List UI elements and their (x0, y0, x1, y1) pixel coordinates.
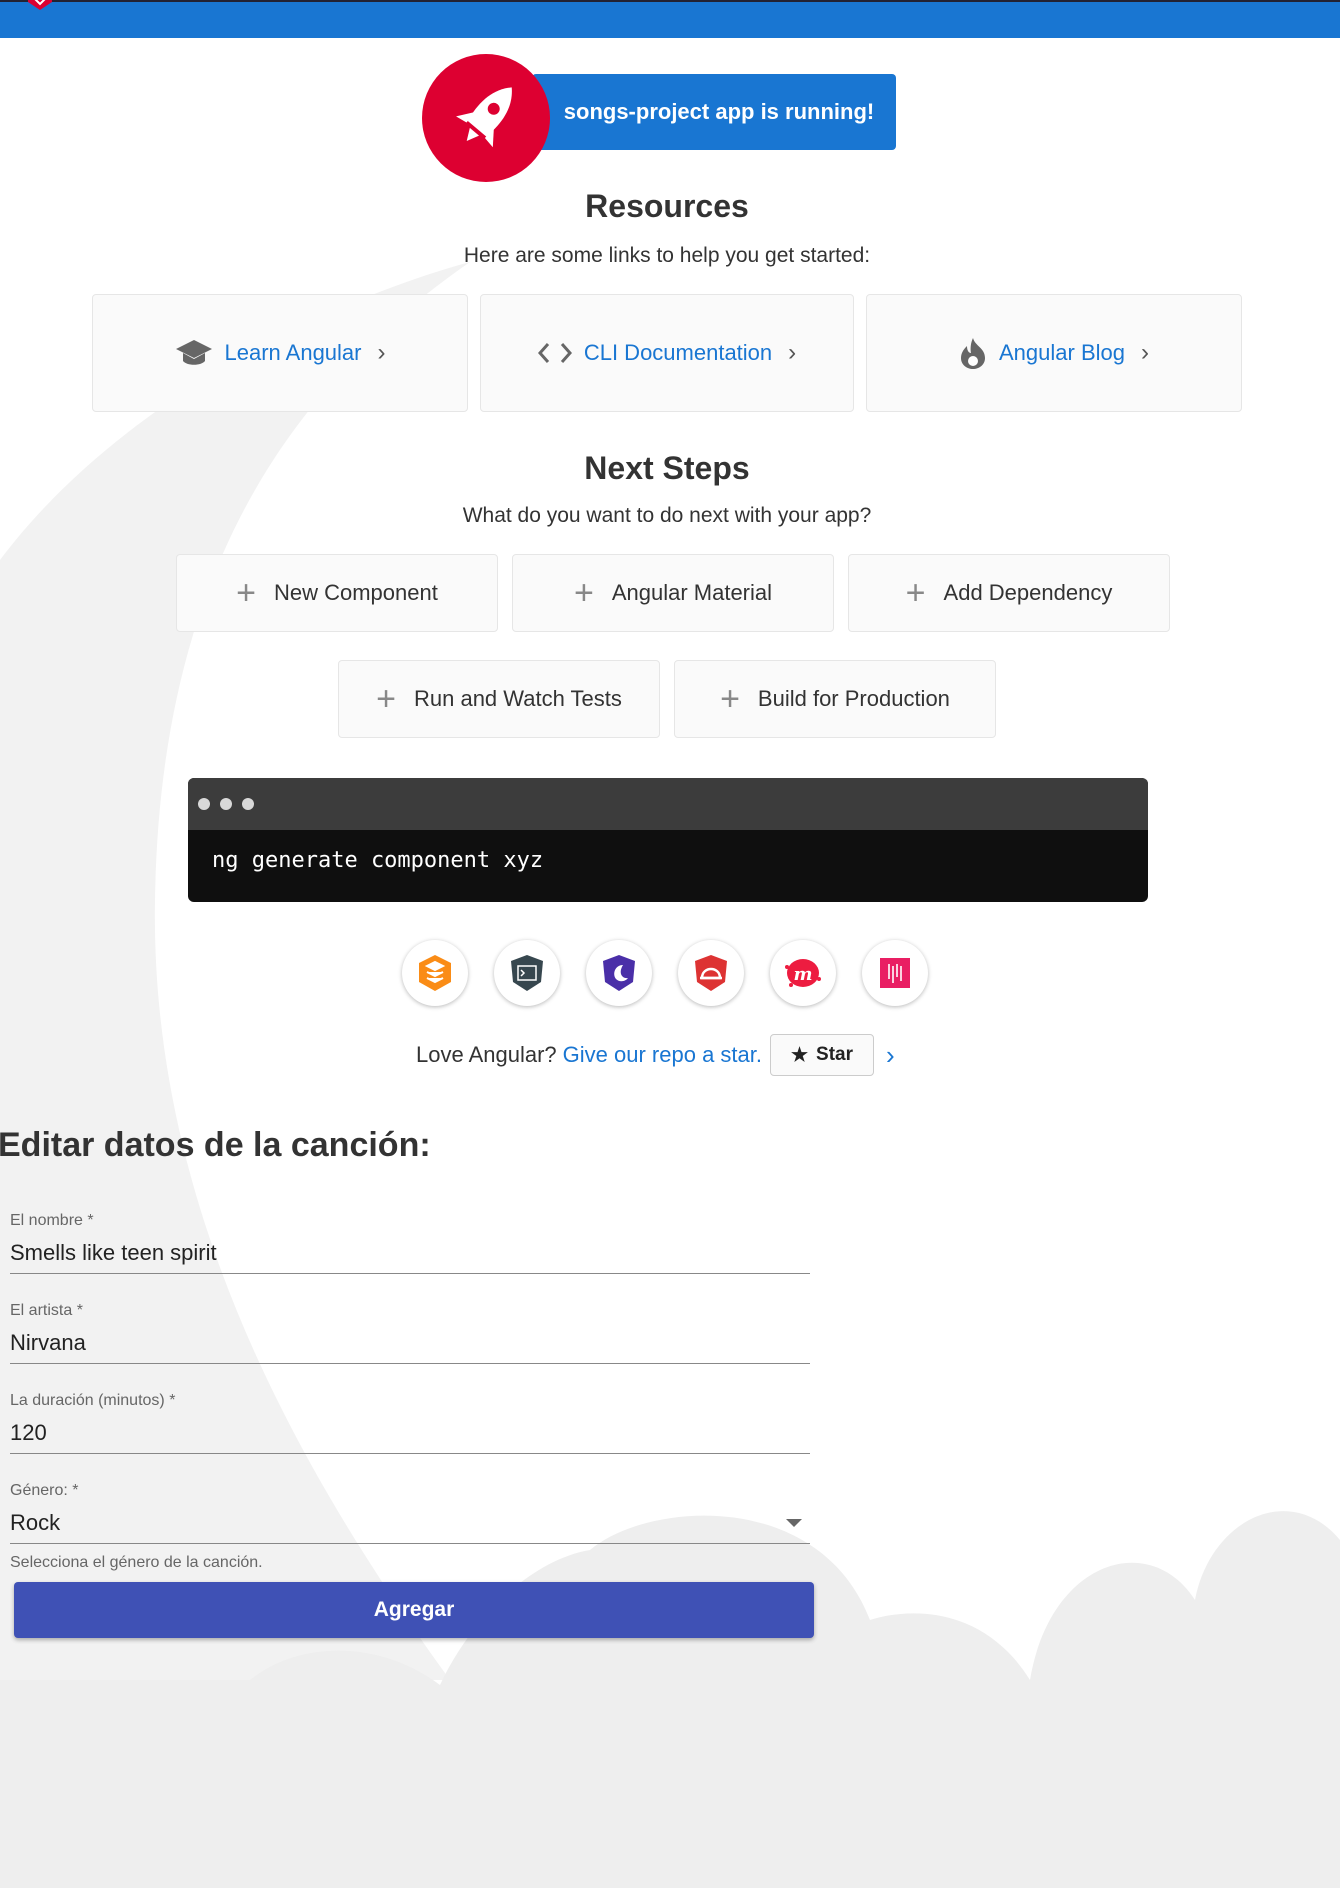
animations-link[interactable] (402, 940, 468, 1006)
resources-subtitle: Here are some links to help you get star… (463, 244, 871, 267)
angular-logo-icon (28, 0, 52, 10)
genero-underline (10, 1543, 810, 1544)
augury-icon (603, 955, 635, 991)
form-title: Editar datos de la canción: (0, 1126, 431, 1164)
angular-blog-card[interactable]: Angular Blog › (866, 294, 1242, 412)
star-icon: ★ (790, 1044, 809, 1066)
run-watch-tests-button[interactable]: + Run and Watch Tests (338, 660, 660, 738)
protractor-link[interactable] (678, 940, 744, 1006)
discord-link[interactable] (862, 940, 928, 1006)
run-watch-tests-label: Run and Watch Tests (413, 686, 622, 711)
code-brackets-icon (537, 343, 572, 363)
agregar-label: Agregar (373, 1598, 455, 1621)
terminal-dot (220, 798, 232, 810)
angular-material-button[interactable]: + Angular Material (512, 554, 834, 632)
terminal-title-bar (188, 778, 1148, 830)
svg-text:m: m (793, 964, 812, 985)
plus-icon: + (720, 680, 740, 718)
toolbar (0, 0, 1340, 38)
love-angular-text: Love Angular? (416, 1042, 557, 1067)
chevron-right-icon: › (377, 339, 386, 366)
running-banner: songs-project app is running! (532, 74, 896, 150)
protractor-icon (695, 955, 727, 991)
agregar-button[interactable]: Agregar (14, 1582, 814, 1638)
genero-select[interactable]: Rock (10, 1510, 60, 1536)
plus-icon: + (376, 680, 396, 718)
star-button[interactable]: ★ Star (770, 1034, 874, 1076)
nombre-input[interactable]: Smells like teen spirit (10, 1240, 217, 1266)
banner-text: songs-project app is running! (563, 99, 875, 124)
artista-underline (10, 1363, 810, 1364)
cli-documentation-card[interactable]: CLI Documentation › (480, 294, 854, 412)
build-production-label: Build for Production (757, 686, 950, 711)
next-steps-title: Next Steps (584, 450, 750, 486)
chevron-right-icon: › (788, 339, 797, 366)
discord-icon (880, 958, 910, 988)
add-dependency-label: Add Dependency (943, 580, 1113, 605)
meetup-icon: m (785, 959, 821, 987)
augury-link[interactable] (586, 940, 652, 1006)
nombre-label: El nombre * (10, 1212, 94, 1229)
resources-title: Resources (585, 188, 749, 224)
learn-angular-card[interactable]: Learn Angular › (92, 294, 468, 412)
angular-material-label: Angular Material (611, 580, 773, 605)
genero-hint: Selecciona el género de la canción. (10, 1554, 263, 1571)
duracion-label: La duración (minutos) * (10, 1392, 176, 1409)
build-production-button[interactable]: + Build for Production (674, 660, 996, 738)
genero-label: Género: * (10, 1482, 79, 1499)
duracion-input[interactable]: 120 (10, 1420, 47, 1446)
plus-icon: + (573, 574, 594, 612)
terminal-dot (242, 798, 254, 810)
star-button-label: Star (816, 1044, 853, 1065)
add-dependency-button[interactable]: + Add Dependency (848, 554, 1170, 632)
artista-label: El artista * (10, 1302, 83, 1319)
chevron-right-icon: › (1140, 339, 1149, 366)
terminal-command: ng generate component xyz (212, 848, 544, 873)
next-steps-subtitle: What do you want to do next with your ap… (462, 504, 872, 527)
learn-angular-label: Learn Angular (224, 340, 362, 365)
cli-icon (511, 955, 543, 991)
cli-documentation-label: CLI Documentation (583, 340, 773, 365)
terminal-dot (198, 798, 210, 810)
duracion-underline (10, 1453, 810, 1454)
angular-blog-label: Angular Blog (999, 340, 1125, 365)
terminal: ng generate component xyz (188, 778, 1148, 902)
rocket-badge (422, 54, 550, 182)
new-component-label: New Component (273, 580, 438, 605)
star-row: Love Angular? Give our repo a star. ★ St… (416, 1032, 895, 1078)
meetup-link[interactable]: m (770, 940, 836, 1006)
artista-input[interactable]: Nirvana (10, 1330, 86, 1356)
rocket-icon (456, 87, 512, 148)
cli-link[interactable] (494, 940, 560, 1006)
give-star-link[interactable]: Give our repo a star. (563, 1042, 762, 1068)
flame-icon (961, 338, 985, 369)
graduation-cap-icon (175, 340, 212, 365)
nombre-underline (10, 1273, 810, 1274)
animations-icon (419, 955, 451, 991)
plus-icon: + (236, 574, 256, 612)
plus-icon: + (905, 574, 926, 612)
chevron-right-icon[interactable]: › (886, 1040, 895, 1071)
new-component-button[interactable]: + New Component (176, 554, 498, 632)
dropdown-arrow-icon[interactable] (786, 1519, 802, 1527)
